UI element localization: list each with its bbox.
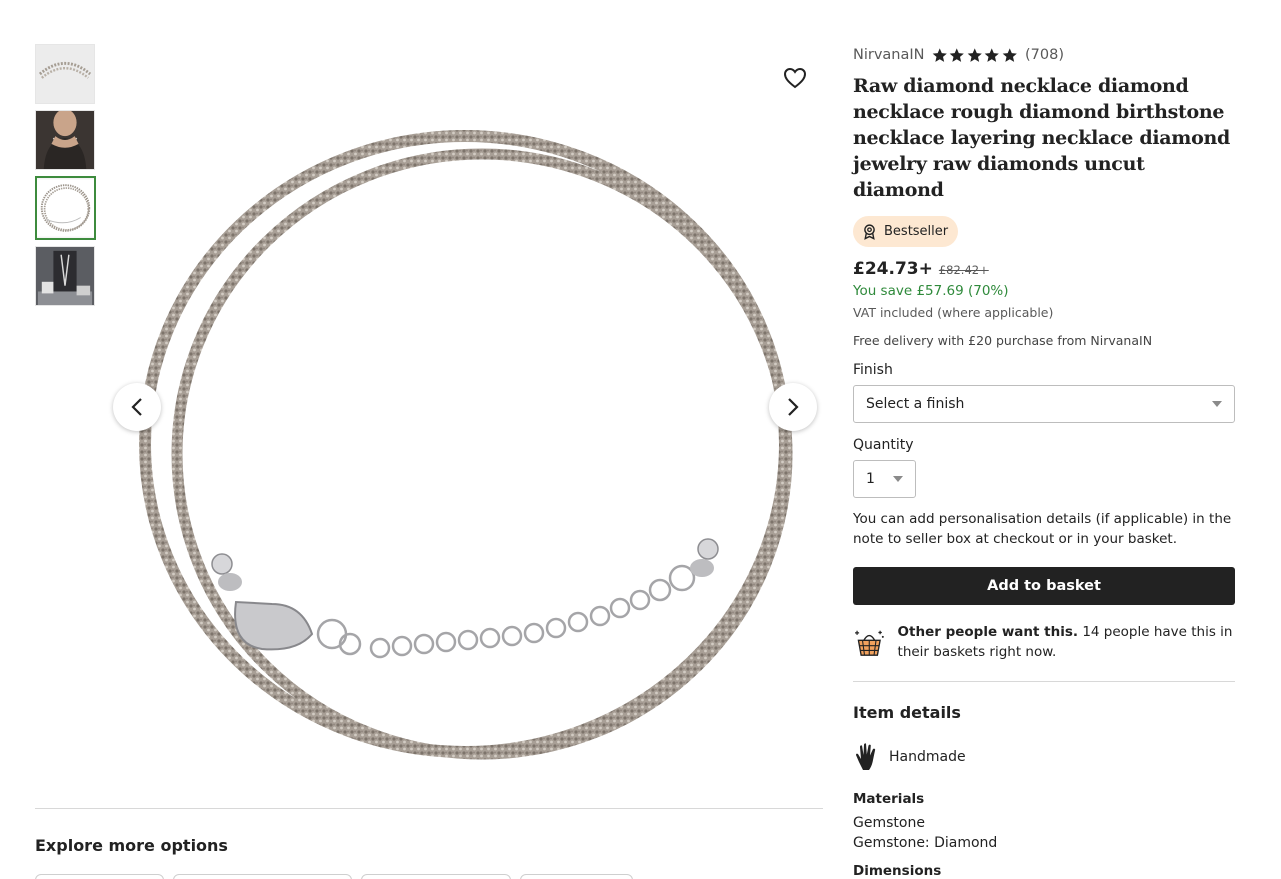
review-count[interactable]: (708) <box>1025 47 1064 63</box>
explore-chip[interactable] <box>35 874 164 879</box>
materials-heading: Materials <box>853 791 925 807</box>
star-icon <box>984 47 999 62</box>
caret-down-icon <box>893 476 903 482</box>
explore-chip[interactable] <box>520 874 633 879</box>
personalisation-note: You can add personalisation details (if … <box>853 511 1232 547</box>
finish-select[interactable]: Select a finish <box>853 385 1235 423</box>
thumbnail-2[interactable] <box>35 110 95 170</box>
necklace-image <box>139 130 793 760</box>
demand-text: Other people want this. 14 people have t… <box>898 623 1235 662</box>
star-icon <box>949 47 964 62</box>
previous-image-button[interactable] <box>113 383 161 431</box>
quantity-select[interactable]: 1 <box>853 460 916 498</box>
award-icon <box>864 224 875 240</box>
heart-icon <box>783 67 807 89</box>
bestseller-badge: Bestseller <box>853 216 959 247</box>
thumbnail-rail <box>35 44 96 312</box>
handmade-row: Handmade <box>853 742 1235 772</box>
main-product-image <box>112 44 822 774</box>
add-to-basket-button[interactable]: Add to basket <box>853 567 1235 605</box>
material-item: Gemstone <box>853 815 925 831</box>
listing-info-panel: NirvanaIN (708) Raw diamond necklace dia… <box>853 44 1235 879</box>
explore-more-options-heading: Explore more options <box>35 836 228 855</box>
listing-title: Raw diamond necklace diamond necklace ro… <box>853 75 1230 201</box>
savings-text: You save £57.69 (70%) <box>853 283 1009 299</box>
next-image-button[interactable] <box>769 383 817 431</box>
star-icon <box>1002 47 1017 62</box>
favorite-button[interactable] <box>775 62 815 94</box>
thumbnail-3[interactable] <box>35 176 96 240</box>
chevron-right-icon <box>788 398 799 416</box>
explore-options-chips <box>35 874 633 879</box>
badge-label: Bestseller <box>884 224 949 239</box>
price-row: £24.73+ £82.42+ <box>853 259 1235 279</box>
finish-select-value: Select a finish <box>866 396 965 412</box>
details-divider <box>853 681 1235 682</box>
handmade-label: Handmade <box>889 749 966 765</box>
star-icon <box>932 47 947 62</box>
star-icon <box>967 47 982 62</box>
explore-chip[interactable] <box>361 874 511 879</box>
delivery-note: Free delivery with £20 purchase from Nir… <box>853 333 1153 348</box>
quantity-select-value: 1 <box>866 471 875 487</box>
dimensions-heading: Dimensions <box>853 863 942 879</box>
chevron-left-icon <box>131 398 142 416</box>
material-item: Gemstone: Diamond <box>853 835 998 851</box>
quantity-label: Quantity <box>853 437 914 453</box>
original-price: £82.42+ <box>938 263 989 277</box>
thumbnail-4[interactable] <box>35 246 95 306</box>
item-details-heading[interactable]: Item details <box>853 703 1235 722</box>
shop-rating-row: NirvanaIN (708) <box>853 44 1235 66</box>
shop-name-link[interactable]: NirvanaIN <box>853 47 925 63</box>
thumbnail-1[interactable] <box>35 44 95 104</box>
hand-icon <box>856 743 876 770</box>
caret-down-icon <box>1212 401 1222 407</box>
section-divider <box>35 808 823 809</box>
explore-chip[interactable] <box>173 874 352 879</box>
finish-label: Finish <box>853 362 893 378</box>
demand-notice: Other people want this. 14 people have t… <box>853 621 1235 665</box>
basket-icon <box>855 630 884 656</box>
current-price: £24.73+ <box>853 259 933 279</box>
vat-note: VAT included (where applicable) <box>853 305 1054 320</box>
star-rating <box>931 47 1019 64</box>
demand-bold: Other people want this. <box>897 624 1079 640</box>
